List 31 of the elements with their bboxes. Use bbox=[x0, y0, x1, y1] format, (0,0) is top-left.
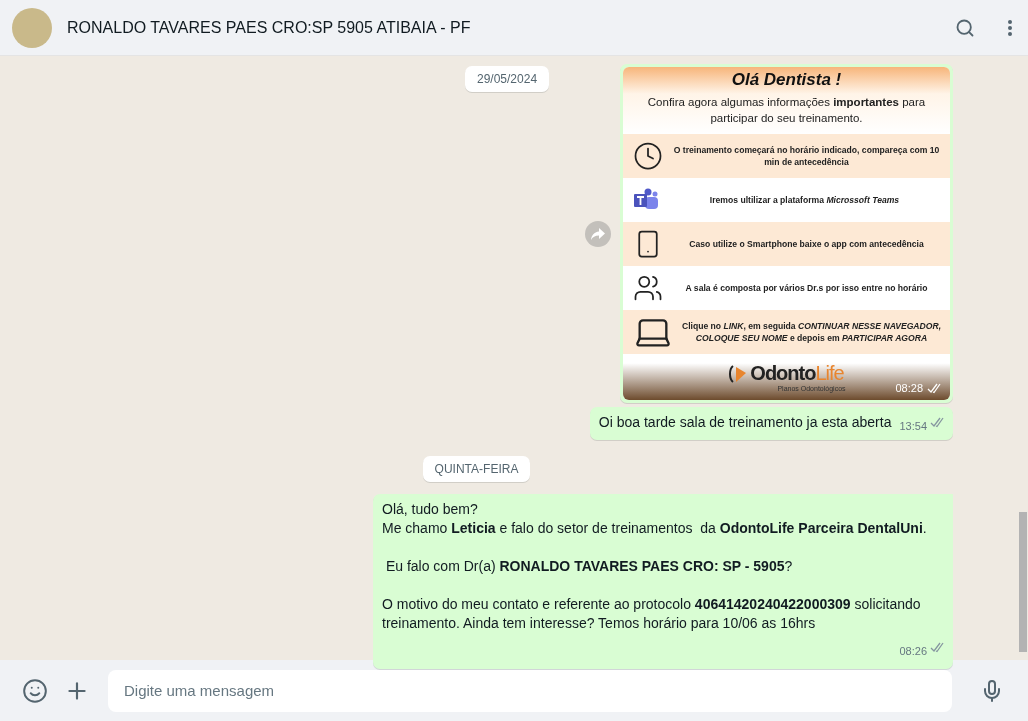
flyer-subtitle: Confira agora algumas informações importantes para participar do seu treinamento. bbox=[646, 95, 927, 126]
people-icon bbox=[633, 273, 663, 303]
forward-icon bbox=[590, 226, 606, 241]
message-time: 08:26 bbox=[899, 644, 927, 659]
message-text: Olá, tudo bem? bbox=[382, 500, 479, 519]
message-text: Oi boa tarde sala de treinamento ja esta aberta bbox=[598, 413, 892, 432]
clock-icon bbox=[633, 141, 663, 171]
search-button[interactable] bbox=[955, 17, 975, 38]
message-text: Eu falo com Dr(a) RONALDO TAVARES PAES CRO: SP - 5905? bbox=[384, 557, 794, 576]
flyer-row-text: Iremos ultilizar a plataforma Microssoft Teams bbox=[708, 194, 901, 206]
message-time: 13:54 bbox=[899, 419, 927, 434]
message-input[interactable]: Digite uma mensagem bbox=[108, 669, 952, 712]
emoji-icon bbox=[22, 677, 48, 704]
search-icon bbox=[955, 17, 975, 38]
message-text: O motivo do meu contato e referente ao protocolo 40641420240422000309 solicitando treinamento. Ainda tem interesse? Temos horário para 10/06 as 16hrs bbox=[382, 595, 922, 633]
message-text: Me chamo Leticia e falo do setor de treinamentos da OdontoLife Parceira DentalUni. bbox=[382, 519, 928, 538]
contact-name[interactable]: RONALDO TAVARES PAES CRO:SP 5905 ATIBAIA - PF bbox=[67, 18, 922, 37]
scrollbar-thumb[interactable] bbox=[1019, 512, 1027, 652]
date-chip: QUINTA-FEIRA bbox=[422, 456, 531, 482]
message-time: 08:28 bbox=[895, 382, 923, 394]
emoji-button[interactable] bbox=[22, 677, 48, 704]
flyer-row-text: A sala é composta por vários Dr.s por isso entre no horário bbox=[684, 282, 929, 294]
logo-text: OdontoLife bbox=[750, 362, 844, 385]
date-chip: 29/05/2024 bbox=[465, 66, 550, 92]
menu-button[interactable] bbox=[1008, 19, 1012, 36]
flyer-row-text: O treinamento começará no horário indicado, compareça com 10 min de antecedência bbox=[672, 144, 941, 168]
menu-icon bbox=[1008, 19, 1012, 36]
flyer-title: Olá Dentista ! bbox=[731, 70, 842, 90]
flyer-row-text: Clique no LINK, em seguida CONTINUAR NESSE NAVEGADOR, COLOQUE SEU NOME e depois em PARTICIPAR AGORA bbox=[681, 320, 942, 344]
logo-icon bbox=[729, 362, 748, 385]
flyer-row-text: Caso utilize o Smartphone baixe o app com antecedência bbox=[688, 238, 925, 250]
